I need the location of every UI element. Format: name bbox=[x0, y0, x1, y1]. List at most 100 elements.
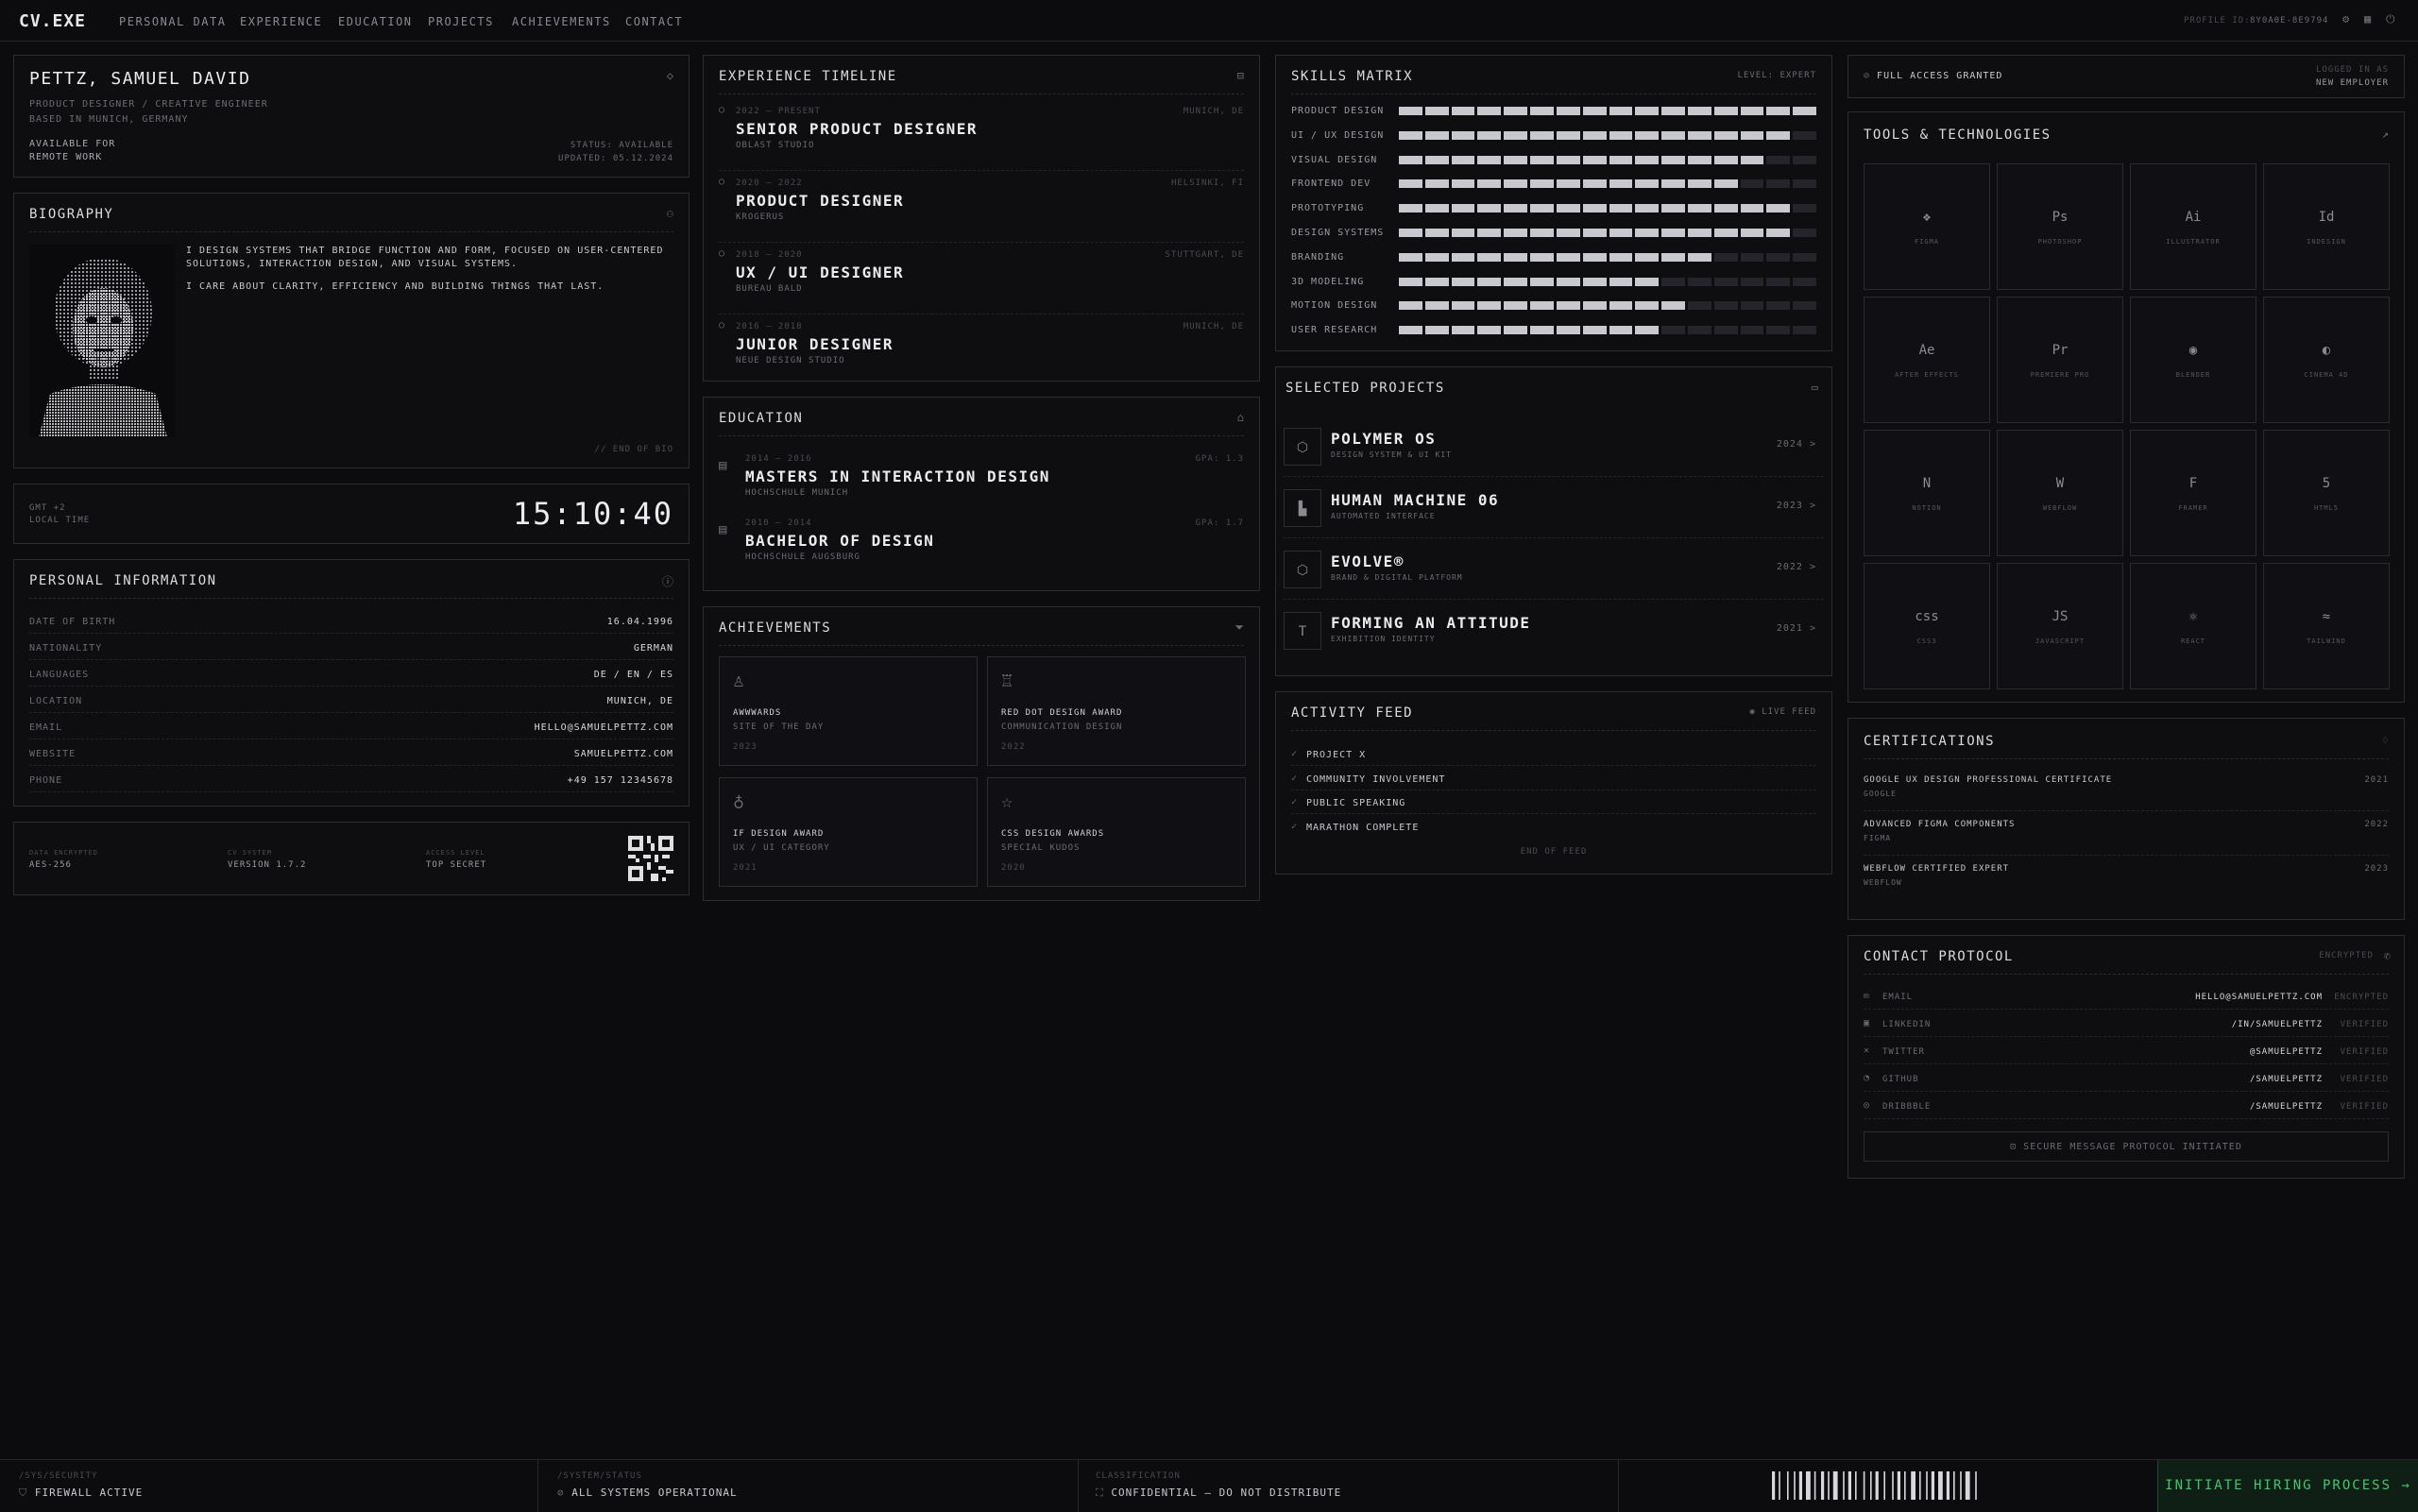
personal-info-panel: PERSONAL INFORMATION ⓘ DATE OF BIRTH 16.0… bbox=[13, 559, 690, 807]
nav-contact[interactable]: CONTACT bbox=[625, 15, 683, 28]
tool-tile[interactable]: Id INDESIGN bbox=[2263, 163, 2390, 290]
external-link-icon[interactable]: ↗ bbox=[2382, 127, 2389, 141]
project-item[interactable]: ▙ HUMAN MACHINE 06 AUTOMATED INTERFACE 2023… bbox=[1284, 485, 1824, 538]
skill-segment bbox=[1766, 326, 1791, 335]
skill-segment bbox=[1451, 252, 1475, 262]
contact-value[interactable]: /IN/SAMUELPETTZ bbox=[2232, 1020, 2323, 1029]
tool-tile[interactable]: W WEBFLOW bbox=[1997, 430, 2123, 556]
skill-segment bbox=[1530, 130, 1554, 140]
skill-segment bbox=[1530, 252, 1554, 262]
experience-item[interactable]: ○ 2020 — 2022 HELSINKI, FI PRODUCT DESIGNER… bbox=[719, 177, 1244, 243]
skill-segment bbox=[1556, 252, 1580, 262]
skill-segment bbox=[1556, 155, 1580, 164]
tool-tile[interactable]: ◉ BLENDER bbox=[2130, 297, 2256, 423]
contact-row[interactable]: ✉ EMAIL HELLO@SAMUELPETTZ.COM ENCRYPTED bbox=[1864, 989, 2389, 1010]
certification-item[interactable]: GOOGLE UX DESIGN PROFESSIONAL CERTIFICAT… bbox=[1864, 773, 2389, 811]
experience-item[interactable]: ○ 2022 — PRESENT MUNICH, DE SENIOR PRODUCT … bbox=[719, 105, 1244, 171]
skill-segment bbox=[1504, 301, 1528, 311]
achievement-card[interactable]: ♁ IF DESIGN AWARD UX / UI CATEGORY 2021 bbox=[719, 777, 978, 887]
skill-segment bbox=[1687, 204, 1711, 213]
nav-achievements[interactable]: ACHIEVEMENTS bbox=[512, 15, 611, 28]
achievement-sub: SPECIAL KUDOS bbox=[1001, 843, 1081, 853]
nav-experience[interactable]: EXPERIENCE bbox=[240, 15, 322, 28]
tool-tile[interactable]: Pr PREMIERE PRO bbox=[1997, 297, 2123, 423]
tool-tile[interactable]: ❖ FIGMA bbox=[1864, 163, 1990, 290]
certification-item[interactable]: WEBFLOW CERTIFIED EXPERT WEBFLOW 2023 bbox=[1864, 862, 2389, 900]
cv-system-value: VERSION 1.7.2 bbox=[228, 860, 307, 870]
barcode-bar bbox=[1911, 1471, 1916, 1500]
nav-education[interactable]: EDUCATION bbox=[338, 15, 413, 28]
achievement-card[interactable]: ♖ RED DOT DESIGN AWARD COMMUNICATION DESIG… bbox=[987, 656, 1246, 766]
experience-item[interactable]: ○ 2016 — 2018 MUNICH, DE JUNIOR DESIGNER NEU… bbox=[719, 320, 1244, 386]
skill-segment bbox=[1661, 252, 1685, 262]
tool-tile[interactable]: ⚛ REACT bbox=[2130, 563, 2256, 689]
certification-year: 2023 bbox=[2364, 864, 2389, 874]
achievement-year: 2022 bbox=[1001, 742, 1026, 752]
contact-value[interactable]: @SAMUELPETTZ bbox=[2250, 1047, 2323, 1057]
initiate-hiring-button[interactable]: INITIATE HIRING PROCESS → bbox=[2157, 1460, 2418, 1512]
barcode-bar bbox=[1848, 1471, 1851, 1500]
experience-role: SENIOR PRODUCT DESIGNER bbox=[736, 120, 979, 138]
skill-segment bbox=[1530, 326, 1554, 335]
tool-tile[interactable]: ◐ CINEMA 4D bbox=[2263, 297, 2390, 423]
skills-level: LEVEL: EXPERT bbox=[1737, 71, 1816, 80]
contact-row[interactable]: ◎ DRIBBBLE/SAMUELPETTZ VERIFIED bbox=[1864, 1098, 2389, 1119]
tool-tile[interactable]: css CSS3 bbox=[1864, 563, 1990, 689]
tool-tile[interactable]: N NOTION bbox=[1864, 430, 1990, 556]
experience-dates: 2018 — 2020 bbox=[736, 250, 803, 260]
experience-item[interactable]: ○ 2018 — 2020 STUTTGART, DE UX / UI DESIGNE… bbox=[719, 248, 1244, 314]
status-bar: /SYS/SECURITY ⛉ FIREWALL ACTIVE /SYSTEM/… bbox=[0, 1459, 2418, 1512]
notion-icon: N bbox=[1922, 476, 1932, 491]
tool-tile[interactable]: JS JAVASCRIPT bbox=[1997, 563, 2123, 689]
contact-row[interactable]: ▣ LINKEDIN/IN/SAMUELPETTZ VERIFIED bbox=[1864, 1016, 2389, 1037]
contact-value[interactable]: /SAMUELPETTZ bbox=[2250, 1075, 2323, 1084]
tailwind-icon: ≈ bbox=[2322, 609, 2331, 624]
power-icon[interactable]: ⏻ bbox=[2386, 12, 2395, 26]
skill-segment bbox=[1582, 179, 1607, 189]
info-value[interactable]: HELLO@SAMUELPETTZ.COM bbox=[535, 722, 673, 733]
achievement-card[interactable]: ♙ AWWWARDS SITE OF THE DAY 2023 bbox=[719, 656, 978, 766]
contact-value[interactable]: /SAMUELPETTZ bbox=[2250, 1102, 2323, 1112]
project-item[interactable]: ⬡ EVOLVE® BRAND & DIGITAL PLATFORM 2022 > bbox=[1284, 547, 1824, 600]
logo[interactable]: CV.EXE bbox=[19, 11, 86, 31]
nav-projects[interactable]: PROJECTS bbox=[428, 15, 494, 28]
skill-segment bbox=[1399, 130, 1422, 140]
skill-segment bbox=[1582, 301, 1607, 311]
timeline-dot-icon: ○ bbox=[719, 320, 725, 331]
skill-segment bbox=[1635, 252, 1660, 262]
tool-tile[interactable]: Ps PHOTOSHOP bbox=[1997, 163, 2123, 290]
contact-row[interactable]: ✕ TWITTER @SAMUELPETTZ VERIFIED bbox=[1864, 1044, 2389, 1064]
skill-name: DESIGN SYSTEMS bbox=[1291, 228, 1385, 238]
skill-segment bbox=[1661, 179, 1685, 189]
secure-message-button[interactable]: ⊡ SECURE MESSAGE PROTOCOL INITIATED bbox=[1864, 1131, 2389, 1162]
education-item[interactable]: ▤ 2014 — 2016 GPA: 1.3 MASTERS IN INTERACTI… bbox=[719, 454, 1244, 511]
skill-segment bbox=[1556, 107, 1580, 115]
settings-icon[interactable]: ⚙ bbox=[2342, 12, 2349, 25]
tool-tile[interactable]: Ai ILLUSTRATOR bbox=[2130, 163, 2256, 290]
info-value[interactable]: SAMUELPETTZ.COM bbox=[574, 749, 673, 759]
timezone: GMT +2 bbox=[29, 503, 66, 513]
contact-value[interactable]: HELLO@SAMUELPETTZ.COM bbox=[2195, 993, 2323, 1002]
security-status-label: FIREWALL ACTIVE bbox=[34, 1487, 144, 1499]
certification-item[interactable]: ADVANCED FIGMA COMPONENTS FIGMA 2022 bbox=[1864, 818, 2389, 856]
skill-segment bbox=[1661, 130, 1685, 140]
contact-key: GITHUB bbox=[1882, 1075, 1919, 1084]
achievement-name: CSS DESIGN AWARDS bbox=[1001, 829, 1105, 839]
tool-tile[interactable]: ≈ TAILWIND bbox=[2263, 563, 2390, 689]
contact-row[interactable]: ◔ GITHUB/SAMUELPETTZ VERIFIED bbox=[1864, 1071, 2389, 1092]
skills-title: SKILLS MATRIX bbox=[1291, 69, 1414, 84]
achievement-card[interactable]: ☆ CSS DESIGN AWARDS SPECIAL KUDOS 2020 bbox=[987, 777, 1246, 887]
barcode-bar bbox=[1863, 1471, 1865, 1500]
project-item[interactable]: T FORMING AN ATTITUDE EXHIBITION IDENTITY 2… bbox=[1284, 608, 1824, 661]
education-item[interactable]: ▤ 2010 — 2014 GPA: 1.7 BACHELOR OF DESIGN HO… bbox=[719, 518, 1244, 575]
skill-segment bbox=[1793, 155, 1816, 164]
nav-personal-data[interactable]: PERSONAL DATA bbox=[119, 15, 226, 28]
framer-icon: F bbox=[2188, 476, 2198, 491]
project-item[interactable]: ⬡ POLYMER OS DESIGN SYSTEM & UI KIT 2024 > bbox=[1284, 424, 1824, 477]
tool-tile[interactable]: F FRAMER bbox=[2130, 430, 2256, 556]
tool-tile[interactable]: 5 HTML5 bbox=[2263, 430, 2390, 556]
tool-tile[interactable]: Ae AFTER EFFECTS bbox=[1864, 297, 1990, 423]
info-value: 16.04.1996 bbox=[606, 617, 673, 627]
grid-icon[interactable]: ▦ bbox=[2364, 12, 2371, 25]
skill-segment bbox=[1477, 179, 1502, 189]
